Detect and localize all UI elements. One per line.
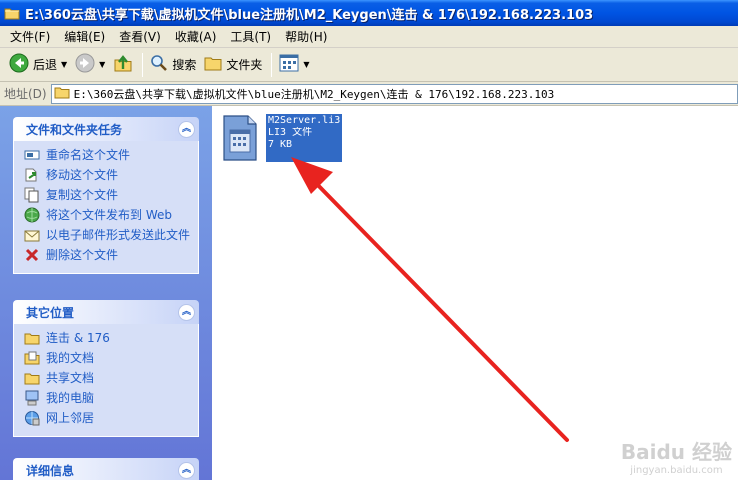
place-label: 我的文档 (46, 351, 95, 365)
place-label: 我的电脑 (46, 391, 95, 405)
place-my-documents[interactable]: 我的文档 (24, 350, 190, 366)
task-label: 移动这个文件 (46, 168, 119, 182)
menu-help[interactable]: 帮助(H) (279, 28, 333, 45)
folder-icon (24, 370, 40, 386)
menu-file[interactable]: 文件(F) (4, 28, 56, 45)
search-icon (150, 54, 168, 75)
place-label: 连击 & 176 (46, 331, 110, 345)
task-label: 删除这个文件 (46, 248, 119, 262)
file-size: 7 KB (268, 139, 293, 150)
panel-title: 详细信息 (26, 463, 75, 478)
file-name: M2Server.li3 (268, 115, 340, 126)
place-label: 共享文档 (46, 371, 95, 385)
views-button[interactable]: ▼ (276, 51, 312, 79)
task-label: 重命名这个文件 (46, 148, 131, 162)
panel-header[interactable]: 详细信息 ︽ (13, 458, 199, 480)
window-title: E:\360云盘\共享下载\虚拟机文件\blue注册机\M2_Keygen\连击… (25, 7, 594, 23)
address-input[interactable]: E:\360云盘\共享下载\虚拟机文件\blue注册机\M2_Keygen\连击… (50, 83, 738, 104)
up-folder-button[interactable] (110, 51, 136, 79)
panel-title: 文件和文件夹任务 (26, 122, 123, 137)
annotation-arrow (291, 157, 569, 442)
back-arrow-icon (9, 53, 29, 76)
details-panel: 详细信息 ︽ (13, 458, 199, 480)
folder-icon (4, 6, 20, 20)
task-label: 复制这个文件 (46, 188, 119, 202)
toolbar-separator (142, 52, 144, 77)
task-copy[interactable]: 复制这个文件 (24, 187, 190, 203)
menu-edit[interactable]: 编辑(E) (58, 28, 111, 45)
other-places-panel: 其它位置 ︽ 连击 & 176 我的文档 共享文档 我的电脑 网上邻居 (13, 300, 199, 437)
menu-bar: 文件(F) 编辑(E) 查看(V) 收藏(A) 工具(T) 帮助(H) (0, 26, 738, 48)
address-path: E:\360云盘\共享下载\虚拟机文件\blue注册机\M2_Keygen\连击… (73, 87, 555, 101)
forward-arrow-icon (75, 53, 95, 76)
task-label: 以电子邮件形式发送此文件 (46, 228, 191, 242)
back-label: 后退 (33, 58, 58, 72)
file-item[interactable]: M2Server.li3 LI3 文件 7 KB (220, 113, 343, 163)
place-my-computer[interactable]: 我的电脑 (24, 390, 190, 406)
back-button[interactable]: 后退 ▼ (6, 51, 70, 79)
collapse-chevron-icon[interactable]: ︽ (178, 303, 195, 321)
email-icon (24, 227, 40, 243)
forward-button[interactable]: ▼ (72, 51, 108, 79)
watermark: Baidu 经验 jingyan.baidu.com (621, 436, 732, 476)
generic-file-icon (220, 114, 260, 162)
menu-view[interactable]: 查看(V) (113, 28, 167, 45)
folder-icon (24, 330, 40, 346)
place-shared-documents[interactable]: 共享文档 (24, 370, 190, 386)
search-button[interactable]: 搜索 (147, 51, 199, 79)
chevron-down-icon[interactable]: ▼ (99, 60, 105, 69)
publish-web-icon (24, 207, 40, 223)
chevron-down-icon[interactable]: ▼ (303, 60, 309, 69)
panel-title: 其它位置 (26, 305, 75, 320)
file-folder-tasks-panel: 文件和文件夹任务 ︽ 重命名这个文件 移动这个文件 复制这个文件 将这个文件发布… (13, 117, 199, 274)
chevron-down-icon[interactable]: ▼ (61, 60, 67, 69)
move-icon (24, 167, 40, 183)
toolbar: 后退 ▼ ▼ 搜索 文件夹 ▼ (0, 48, 738, 82)
collapse-chevron-icon[interactable]: ︽ (178, 120, 195, 138)
my-computer-icon (24, 390, 40, 406)
watermark-line2: jingyan.baidu.com (630, 465, 723, 476)
folder-icon (204, 55, 222, 74)
file-info-selected: M2Server.li3 LI3 文件 7 KB (265, 113, 343, 163)
rename-icon (24, 147, 40, 163)
task-publish-web[interactable]: 将这个文件发布到 Web (24, 207, 190, 223)
collapse-chevron-icon[interactable]: ︽ (178, 461, 195, 479)
folder-icon (54, 85, 70, 102)
file-type: LI3 文件 (268, 127, 313, 138)
title-bar[interactable]: E:\360云盘\共享下载\虚拟机文件\blue注册机\M2_Keygen\连击… (0, 0, 738, 26)
folders-label: 文件夹 (226, 58, 263, 72)
my-documents-icon (24, 350, 40, 366)
search-label: 搜索 (172, 58, 197, 72)
network-icon (24, 410, 40, 426)
menu-favorites[interactable]: 收藏(A) (169, 28, 223, 45)
task-move[interactable]: 移动这个文件 (24, 167, 190, 183)
task-email[interactable]: 以电子邮件形式发送此文件 (24, 227, 190, 243)
task-delete[interactable]: 删除这个文件 (24, 247, 190, 263)
panel-header[interactable]: 其它位置 ︽ (13, 300, 199, 324)
place-label: 网上邻居 (46, 411, 95, 425)
up-folder-icon (113, 53, 133, 76)
panel-body: 连击 & 176 我的文档 共享文档 我的电脑 网上邻居 (13, 324, 199, 437)
task-rename[interactable]: 重命名这个文件 (24, 147, 190, 163)
address-bar: 地址(D) E:\360云盘\共享下载\虚拟机文件\blue注册机\M2_Key… (0, 82, 738, 106)
address-label: 地址(D) (4, 87, 47, 101)
file-list-area[interactable]: M2Server.li3 LI3 文件 7 KB Baidu 经验 jingya… (212, 106, 738, 480)
task-pane: 文件和文件夹任务 ︽ 重命名这个文件 移动这个文件 复制这个文件 将这个文件发布… (0, 106, 212, 480)
task-label: 将这个文件发布到 Web (46, 208, 172, 222)
toolbar-separator (271, 52, 273, 77)
place-parent-folder[interactable]: 连击 & 176 (24, 330, 190, 346)
folders-button[interactable]: 文件夹 (201, 51, 265, 79)
delete-icon (24, 247, 40, 263)
place-network[interactable]: 网上邻居 (24, 410, 190, 426)
views-icon (279, 54, 299, 75)
panel-header[interactable]: 文件和文件夹任务 ︽ (13, 117, 199, 141)
copy-icon (24, 187, 40, 203)
panel-body: 重命名这个文件 移动这个文件 复制这个文件 将这个文件发布到 Web 以电子邮件… (13, 141, 199, 274)
watermark-line1: Baidu 经验 (620, 440, 732, 464)
menu-tools[interactable]: 工具(T) (224, 28, 277, 45)
